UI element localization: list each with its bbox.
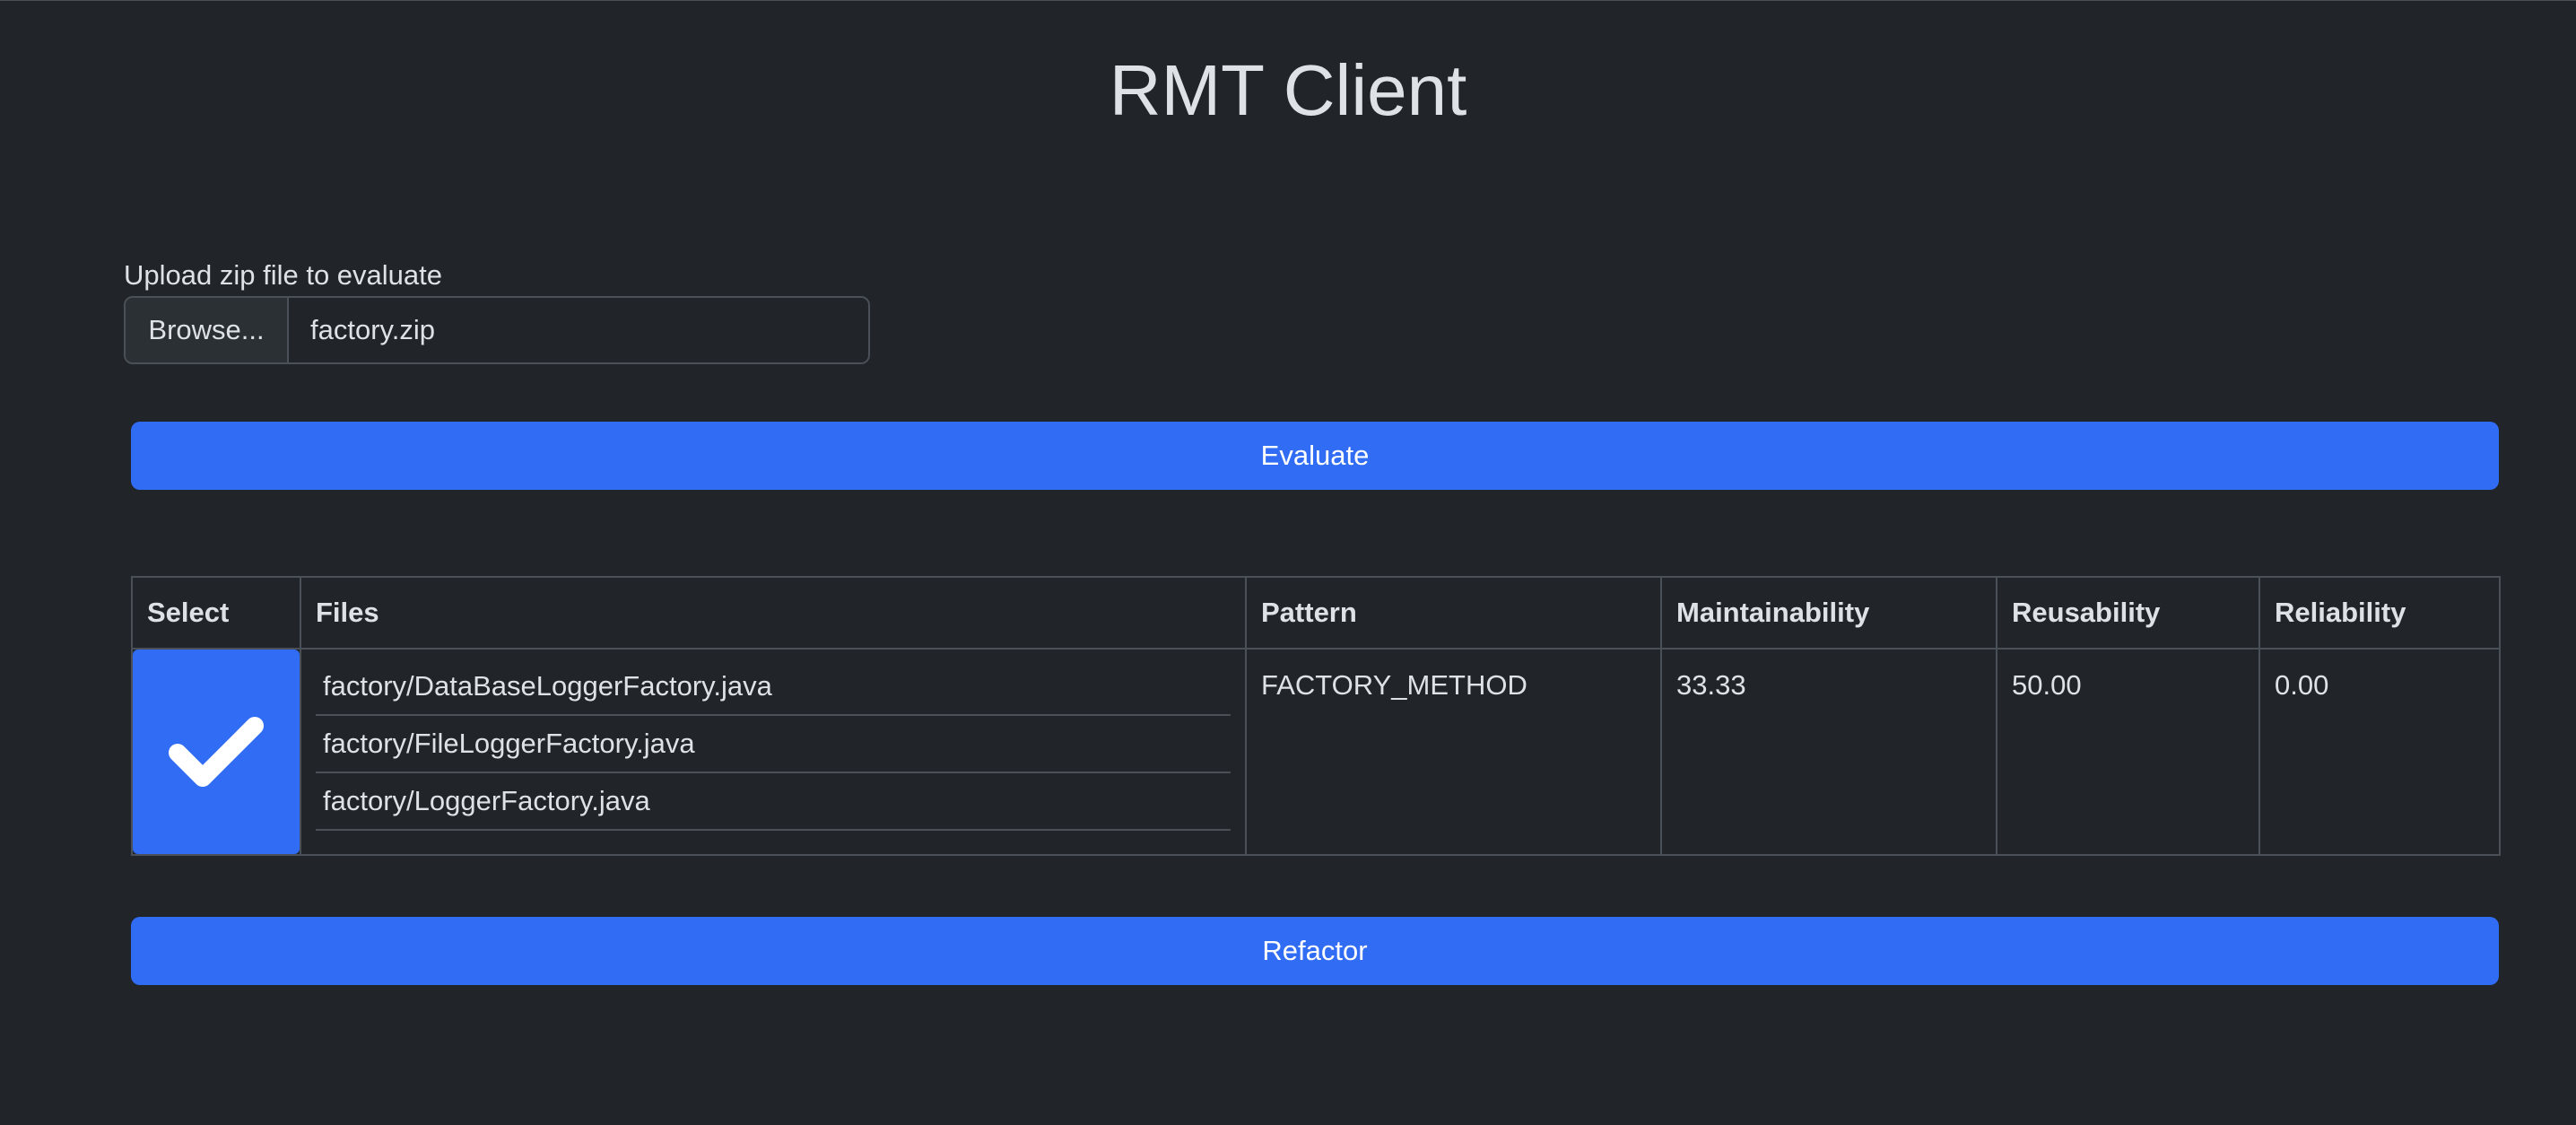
selected-file-name[interactable]: factory.zip [289, 298, 868, 362]
column-header-reliability: Reliability [2258, 576, 2501, 650]
browse-button[interactable]: Browse... [126, 298, 289, 362]
file-list-item: factory/FileLoggerFactory.java [316, 716, 1231, 773]
evaluate-button[interactable]: Evaluate [131, 422, 2499, 490]
reliability-cell: 0.00 [2258, 648, 2501, 856]
pattern-cell: FACTORY_METHOD [1245, 648, 1662, 856]
table-row: factory/DataBaseLoggerFactory.java facto… [131, 648, 2501, 856]
column-header-select: Select [131, 576, 301, 650]
results-table: Select Files Pattern Maintainability Reu… [131, 576, 2501, 856]
page-title: RMT Client [1109, 50, 1467, 130]
refactor-button[interactable]: Refactor [131, 917, 2499, 985]
file-list-item: factory/DataBaseLoggerFactory.java [316, 658, 1231, 716]
maintainability-cell: 33.33 [1660, 648, 1997, 856]
page: RMT Client Upload zip file to evaluate B… [0, 0, 2576, 1125]
file-list: factory/DataBaseLoggerFactory.java facto… [316, 658, 1231, 831]
file-list-item: factory/LoggerFactory.java [316, 773, 1231, 831]
reusability-cell: 50.00 [1996, 648, 2260, 856]
select-cell [131, 648, 301, 856]
column-header-files: Files [300, 576, 1247, 650]
column-header-pattern: Pattern [1245, 576, 1662, 650]
files-cell: factory/DataBaseLoggerFactory.java facto… [300, 648, 1247, 856]
checkmark-icon [169, 717, 264, 787]
column-header-maintainability: Maintainability [1660, 576, 1997, 650]
table-header-row: Select Files Pattern Maintainability Reu… [131, 576, 2501, 650]
zip-file-input[interactable]: Browse... factory.zip [124, 296, 870, 364]
column-header-reusability: Reusability [1996, 576, 2260, 650]
upload-label: Upload zip file to evaluate [124, 259, 443, 291]
select-checkbox[interactable] [133, 650, 300, 854]
